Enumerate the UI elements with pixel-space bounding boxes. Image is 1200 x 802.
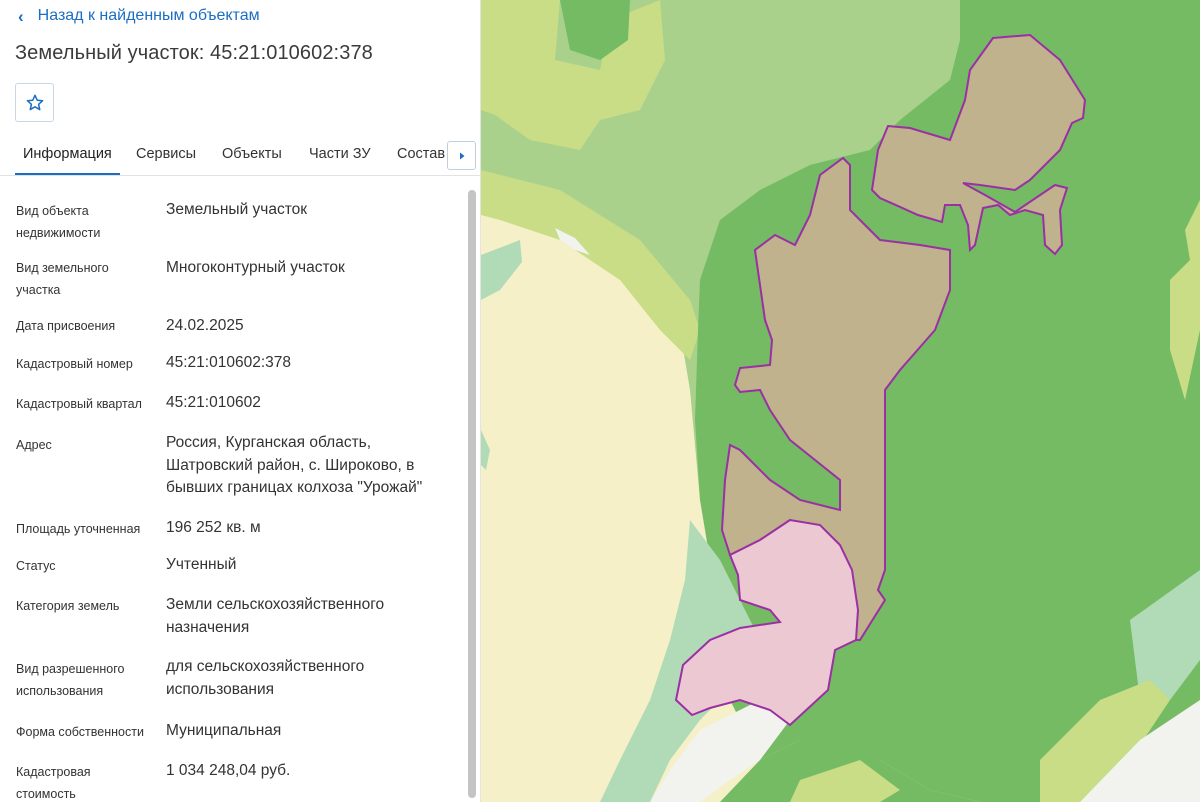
info-value: 45:21:010602:378 xyxy=(166,354,291,371)
tabs-scroll-right-button[interactable] xyxy=(447,141,476,170)
caret-right-icon xyxy=(459,152,464,159)
tab-composition[interactable]: Состав xyxy=(397,138,445,175)
info-value: для сельскохозяйственного использования xyxy=(166,658,365,698)
tab-parcel-parts[interactable]: Части ЗУ xyxy=(309,138,371,175)
info-label: Кадастровый номер xyxy=(16,357,133,371)
tab-services[interactable]: Сервисы xyxy=(136,138,196,175)
info-label: Категория земель xyxy=(16,599,120,613)
info-value: Учтенный xyxy=(166,556,237,573)
info-label: Статус xyxy=(16,559,56,573)
info-value: Земли сельскохозяйственного назначения xyxy=(166,596,385,636)
tab-objects[interactable]: Объекты xyxy=(222,138,282,175)
info-list: Вид объекта недвижимости Земельный участ… xyxy=(0,176,480,802)
info-value: Земельный участок xyxy=(166,201,308,218)
info-value: 45:21:010602 xyxy=(166,394,261,411)
back-link-label: Назад к найденным объектам xyxy=(37,7,260,24)
info-label: Кадастровый квартал xyxy=(16,397,142,411)
info-label: Форма собственности xyxy=(16,725,144,739)
info-value: 24.02.2025 xyxy=(166,317,244,334)
chevron-left-icon: ‹ xyxy=(18,6,24,26)
page-title: Земельный участок: 45:21:010602:378 xyxy=(15,42,373,64)
info-label: Вид земельного участка xyxy=(16,261,109,297)
info-label: Площадь уточненная xyxy=(16,522,141,536)
info-value: Россия, Курганская область, Шатровский р… xyxy=(166,434,423,496)
map-view[interactable] xyxy=(481,0,1200,802)
star-outline-icon xyxy=(26,94,43,110)
info-value: 1 034 248,04 руб. xyxy=(166,762,291,779)
info-panel: ‹ Назад к найденным объектам Земельный у… xyxy=(0,0,481,802)
info-label: Вид объекта недвижимости xyxy=(16,204,101,240)
info-label: Кадастровая стоимость xyxy=(16,765,91,801)
map-canvas[interactable] xyxy=(481,0,1200,802)
info-value: Муниципальная xyxy=(166,722,282,739)
favorite-button[interactable] xyxy=(15,83,54,122)
scrollbar[interactable] xyxy=(468,190,476,798)
back-to-results-link[interactable]: ‹ Назад к найденным объектам xyxy=(18,5,260,27)
tab-information[interactable]: Информация xyxy=(15,138,120,175)
info-value: Многоконтурный участок xyxy=(166,259,345,276)
info-value: 196 252 кв. м xyxy=(166,519,261,536)
info-label: Вид разрешенного использования xyxy=(16,662,125,698)
info-label: Дата присвоения xyxy=(16,319,116,333)
info-label: Адрес xyxy=(16,438,52,452)
scrollbar-thumb[interactable] xyxy=(468,190,476,798)
tab-bar: Информация Сервисы Объекты Части ЗУ Сост… xyxy=(0,138,480,176)
